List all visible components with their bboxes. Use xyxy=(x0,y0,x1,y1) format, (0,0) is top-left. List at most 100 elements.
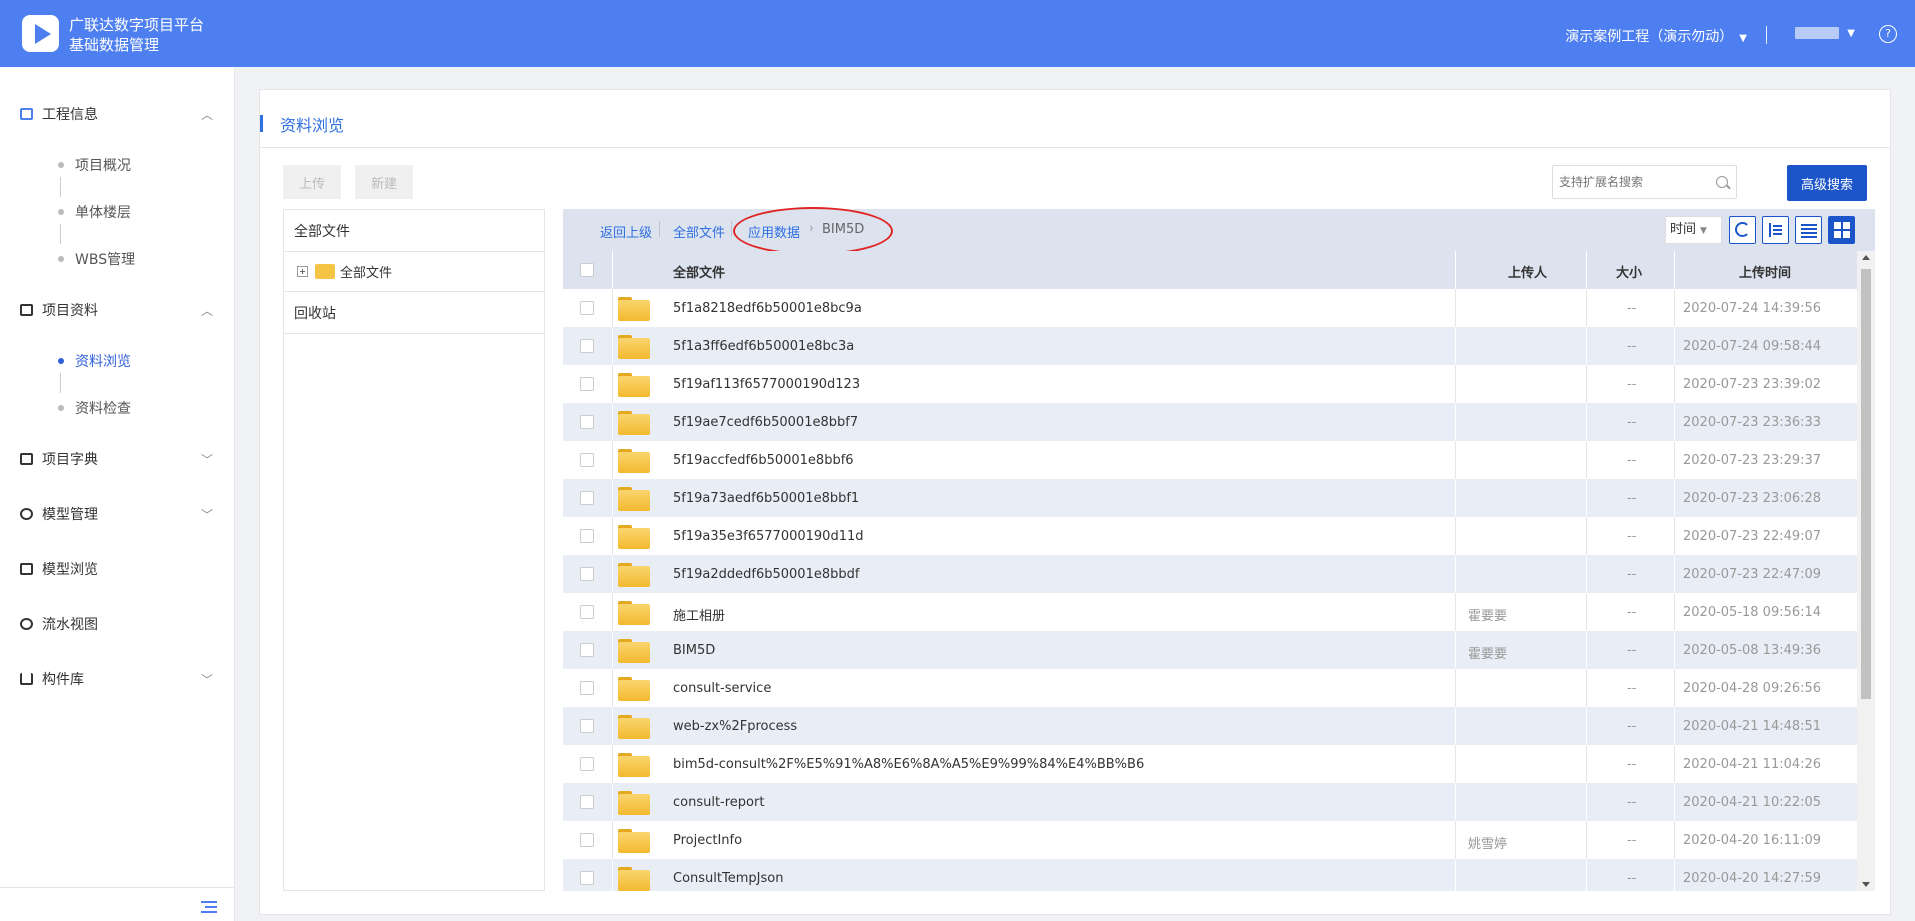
column-divider xyxy=(1674,441,1675,479)
row-checkbox[interactable] xyxy=(580,719,594,733)
table-row[interactable]: BIM5D 霍要要 -- 2020-05-08 13:49:36 xyxy=(563,631,1857,669)
row-checkbox[interactable] xyxy=(580,529,594,543)
file-name[interactable]: 5f19a2ddedf6b50001e8bbdf xyxy=(673,567,859,582)
row-checkbox[interactable] xyxy=(580,871,594,885)
new-button[interactable]: 新建 xyxy=(355,165,413,199)
tree-node-all-files[interactable]: 全部文件 xyxy=(284,252,544,292)
column-divider xyxy=(1586,517,1587,555)
table-row[interactable]: bim5d-consult%2F%E5%91%A8%E6%8A%A5%E9%99… xyxy=(563,745,1857,783)
sidebar-section-project-info[interactable]: 工程信息 ︿ xyxy=(0,99,235,129)
scroll-up-arrow[interactable] xyxy=(1862,255,1870,260)
tree-view-button[interactable] xyxy=(1762,216,1789,244)
sidebar-section-project-docs[interactable]: 项目资料 ︿ xyxy=(0,295,235,325)
file-name[interactable]: 5f19accfedf6b50001e8bbf6 xyxy=(673,453,854,468)
expand-icon[interactable] xyxy=(297,266,308,277)
help-icon[interactable]: ? xyxy=(1879,25,1897,43)
table-row[interactable]: 5f1a8218edf6b50001e8bc9a -- 2020-07-24 14:… xyxy=(563,289,1857,327)
row-checkbox[interactable] xyxy=(580,567,594,581)
table-row[interactable]: 5f19a2ddedf6b50001e8bbdf -- 2020-07-23 22:… xyxy=(563,555,1857,593)
file-name[interactable]: 5f19a73aedf6b50001e8bbf1 xyxy=(673,491,859,506)
tree-node-recycle-bin[interactable]: 回收站 xyxy=(284,292,544,334)
file-name[interactable]: 5f1a8218edf6b50001e8bc9a xyxy=(673,301,862,316)
sidebar-item-wbs[interactable]: WBS管理 xyxy=(75,249,135,269)
column-header-uploader[interactable]: 上传人 xyxy=(1508,262,1547,281)
tree-node-label: 全部文件 xyxy=(340,266,393,281)
table-row[interactable]: 施工相册 霍要要 -- 2020-05-18 09:56:14 xyxy=(563,593,1857,631)
sidebar-section-flow-view[interactable]: 流水视图 xyxy=(0,609,235,639)
file-name[interactable]: 施工相册 xyxy=(673,605,725,624)
collapse-sidebar-icon[interactable] xyxy=(201,901,217,913)
file-name[interactable]: consult-report xyxy=(673,795,764,810)
row-checkbox[interactable] xyxy=(580,681,594,695)
row-checkbox[interactable] xyxy=(580,339,594,353)
table-row[interactable]: 5f19a35e3f6577000190d11d -- 2020-07-23 22:… xyxy=(563,517,1857,555)
logo-icon[interactable] xyxy=(22,15,59,52)
file-uploader: 霍要要 xyxy=(1468,609,1508,624)
row-checkbox[interactable] xyxy=(580,453,594,467)
table-row[interactable]: ProjectInfo 姚雪婷 -- 2020-04-20 16:11:09 xyxy=(563,821,1857,859)
document-icon xyxy=(20,304,33,316)
file-name[interactable]: 5f19a35e3f6577000190d11d xyxy=(673,529,864,544)
table-row[interactable]: consult-report -- 2020-04-21 10:22:05 xyxy=(563,783,1857,821)
row-checkbox[interactable] xyxy=(580,833,594,847)
chevron-down-icon: ▼ xyxy=(1739,33,1747,44)
sidebar-section-model-browse[interactable]: 模型浏览 xyxy=(0,554,235,584)
column-header-size[interactable]: 大小 xyxy=(1616,262,1642,281)
file-name[interactable]: consult-service xyxy=(673,681,771,696)
file-upload-time: 2020-07-23 23:36:33 xyxy=(1683,415,1822,430)
row-checkbox[interactable] xyxy=(580,301,594,315)
list-toolbar: 返回上级 全部文件 应用数据 › BIM5D 时间 ▼ xyxy=(563,207,1875,255)
file-name[interactable]: ConsultTempJson xyxy=(673,871,783,886)
table-row[interactable]: consult-service -- 2020-04-28 09:26:56 xyxy=(563,669,1857,707)
list-view-button[interactable] xyxy=(1795,216,1822,244)
grid-view-button[interactable] xyxy=(1828,216,1855,244)
table-row[interactable]: 5f1a3ff6edf6b50001e8bc3a -- 2020-07-24 09:… xyxy=(563,327,1857,365)
advanced-search-button[interactable]: 高级搜索 xyxy=(1787,165,1867,201)
file-name[interactable]: 5f19af113f6577000190d123 xyxy=(673,377,860,392)
file-name[interactable]: BIM5D xyxy=(673,643,715,658)
vertical-scrollbar[interactable] xyxy=(1857,251,1875,891)
row-checkbox[interactable] xyxy=(580,415,594,429)
search-icon[interactable] xyxy=(1716,176,1728,188)
back-link[interactable]: 返回上级 xyxy=(600,222,652,241)
sidebar-section-model-mgmt[interactable]: 模型管理 ﹀ xyxy=(0,499,235,529)
sidebar-item-floors[interactable]: 单体楼层 xyxy=(75,202,131,222)
user-menu[interactable]: ▼ xyxy=(1795,27,1855,39)
table-row[interactable]: 5f19af113f6577000190d123 -- 2020-07-23 23:… xyxy=(563,365,1857,403)
column-header-name[interactable]: 全部文件 xyxy=(673,262,725,281)
search-input[interactable] xyxy=(1553,166,1703,198)
scroll-down-arrow[interactable] xyxy=(1862,882,1870,887)
file-name[interactable]: ProjectInfo xyxy=(673,833,742,848)
table-row[interactable]: ConsultTempJson -- 2020-04-20 14:27:59 xyxy=(563,859,1857,891)
scroll-thumb[interactable] xyxy=(1861,269,1871,699)
sidebar-item-doc-check[interactable]: 资料检查 xyxy=(75,398,131,418)
row-checkbox[interactable] xyxy=(580,491,594,505)
file-name[interactable]: bim5d-consult%2F%E5%91%A8%E6%8A%A5%E9%99… xyxy=(673,757,1144,772)
sidebar-section-dictionary[interactable]: 项目字典 ﹀ xyxy=(0,444,235,474)
upload-button[interactable]: 上传 xyxy=(283,165,341,199)
row-checkbox[interactable] xyxy=(580,757,594,771)
model-icon xyxy=(20,508,33,520)
column-header-time[interactable]: 上传时间 xyxy=(1739,262,1791,281)
file-name[interactable]: 5f1a3ff6edf6b50001e8bc3a xyxy=(673,339,854,354)
row-checkbox[interactable] xyxy=(580,377,594,391)
row-checkbox[interactable] xyxy=(580,795,594,809)
table-row[interactable]: 5f19a73aedf6b50001e8bbf1 -- 2020-07-23 23:… xyxy=(563,479,1857,517)
sidebar-item-doc-browse[interactable]: 资料浏览 xyxy=(75,351,131,371)
file-name[interactable]: 5f19ae7cedf6b50001e8bbf7 xyxy=(673,415,858,430)
sidebar-section-component-lib[interactable]: 构件库 ﹀ xyxy=(0,664,235,694)
breadcrumb-all-files[interactable]: 全部文件 xyxy=(673,222,725,241)
table-row[interactable]: 5f19accfedf6b50001e8bbf6 -- 2020-07-23 23:… xyxy=(563,441,1857,479)
sidebar-item-overview[interactable]: 项目概况 xyxy=(75,155,131,175)
column-divider xyxy=(612,631,613,669)
sort-select[interactable]: 时间 ▼ xyxy=(1665,216,1722,244)
select-all-checkbox[interactable] xyxy=(580,263,594,277)
row-checkbox[interactable] xyxy=(580,643,594,657)
project-selector[interactable]: 演示案例工程（演示勿动） ▼ xyxy=(1565,26,1747,46)
row-checkbox[interactable] xyxy=(580,605,594,619)
table-row[interactable]: 5f19ae7cedf6b50001e8bbf7 -- 2020-07-23 23:… xyxy=(563,403,1857,441)
file-name[interactable]: web-zx%2Fprocess xyxy=(673,719,797,734)
refresh-button[interactable] xyxy=(1729,216,1756,244)
tree-root[interactable]: 全部文件 xyxy=(284,210,544,252)
table-row[interactable]: web-zx%2Fprocess -- 2020-04-21 14:48:51 xyxy=(563,707,1857,745)
